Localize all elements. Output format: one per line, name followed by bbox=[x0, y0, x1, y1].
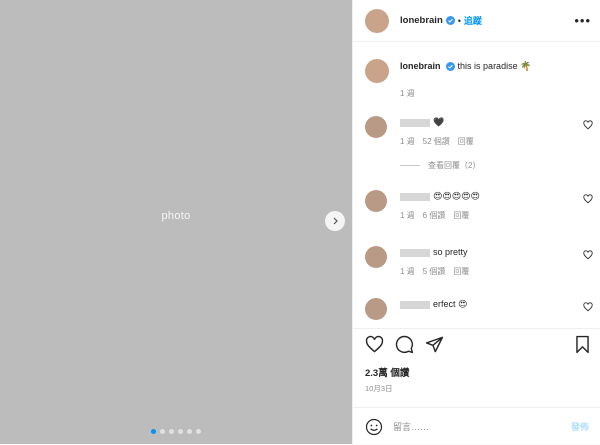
comment-username-redacted[interactable] bbox=[400, 118, 430, 127]
reply-button[interactable]: 回覆 bbox=[458, 137, 474, 146]
caption: lonebrain this is paradise 🌴 bbox=[365, 59, 531, 83]
comment-time: 1 週 bbox=[400, 267, 415, 276]
share-send-icon[interactable] bbox=[425, 335, 444, 354]
caption-username[interactable]: lonebrain bbox=[400, 61, 441, 71]
like-count[interactable]: 2.3萬 個讚 bbox=[365, 365, 409, 379]
avatar[interactable] bbox=[365, 116, 387, 138]
comment-text: 😍😍😍😍😍 bbox=[433, 191, 480, 201]
comment-likes[interactable]: 5 個讚 bbox=[423, 267, 446, 276]
more-options-button[interactable]: ••• bbox=[574, 13, 591, 28]
heart-icon[interactable] bbox=[583, 250, 593, 260]
header-username[interactable]: lonebrain bbox=[400, 15, 443, 26]
reply-button[interactable]: 回覆 bbox=[453, 211, 469, 220]
carousel-dot bbox=[151, 429, 156, 434]
heart-icon[interactable] bbox=[583, 302, 593, 312]
view-replies-button[interactable]: 查看回覆（2） bbox=[400, 160, 480, 171]
comment-time: 1 週 bbox=[400, 137, 415, 146]
view-replies-label: 查看回覆（2） bbox=[428, 161, 481, 170]
carousel-dot bbox=[178, 429, 183, 434]
carousel-indicator bbox=[0, 429, 352, 434]
follow-button[interactable]: 追蹤 bbox=[464, 14, 482, 27]
like-heart-icon[interactable] bbox=[365, 335, 384, 354]
divider bbox=[400, 165, 420, 167]
comments-list[interactable]: lonebrain this is paradise 🌴 1 週 🖤 1 週 52… bbox=[353, 42, 600, 328]
comment-likes[interactable]: 6 個讚 bbox=[423, 211, 446, 220]
carousel-dot bbox=[160, 429, 165, 434]
instagram-post: photo lonebrain • 追蹤 ••• lonebrain this … bbox=[0, 0, 600, 444]
avatar[interactable] bbox=[365, 298, 387, 320]
comment-likes[interactable]: 52 個讚 bbox=[423, 137, 450, 146]
verified-badge-icon bbox=[446, 62, 456, 72]
post-media: photo bbox=[0, 0, 352, 444]
post-sidebar: lonebrain • 追蹤 ••• lonebrain this is par… bbox=[352, 0, 600, 444]
chevron-right-icon bbox=[333, 217, 338, 225]
heart-icon[interactable] bbox=[583, 194, 593, 204]
reply-button[interactable]: 回覆 bbox=[453, 267, 469, 276]
comment-username-redacted[interactable] bbox=[400, 248, 430, 257]
comment-input[interactable]: 留言…… bbox=[393, 420, 571, 433]
comment-text: 🖤 bbox=[433, 117, 445, 127]
comment-text: so pretty bbox=[433, 247, 468, 257]
comment-username-redacted[interactable] bbox=[400, 192, 430, 201]
comment-bubble-icon[interactable] bbox=[395, 335, 414, 354]
avatar[interactable] bbox=[365, 246, 387, 268]
post-comment-button[interactable]: 發佈 bbox=[571, 420, 589, 433]
post-photo-placeholder: photo bbox=[161, 210, 191, 222]
heart-icon[interactable] bbox=[583, 120, 593, 130]
comment-time: 1 週 bbox=[400, 211, 415, 220]
post-actions: 2.3萬 個讚 10月3日 留言…… 發佈 bbox=[353, 328, 600, 444]
caption-text: this is paradise 🌴 bbox=[457, 61, 532, 71]
post-header: lonebrain • 追蹤 ••• bbox=[353, 0, 600, 42]
comment-username-redacted[interactable] bbox=[400, 300, 430, 309]
post-date: 10月3日 bbox=[365, 384, 393, 393]
avatar[interactable] bbox=[365, 190, 387, 212]
carousel-dot bbox=[169, 429, 174, 434]
next-slide-button[interactable] bbox=[325, 211, 345, 231]
header-separator: • bbox=[457, 15, 461, 26]
verified-badge-icon bbox=[445, 16, 455, 25]
avatar[interactable] bbox=[365, 8, 389, 33]
avatar[interactable] bbox=[365, 59, 389, 83]
caption-time: 1 週 bbox=[400, 89, 415, 98]
add-comment-bar: 留言…… 發佈 bbox=[353, 407, 600, 445]
emoji-icon[interactable] bbox=[365, 418, 383, 436]
carousel-dot bbox=[187, 429, 192, 434]
carousel-dot bbox=[196, 429, 201, 434]
save-bookmark-icon[interactable] bbox=[574, 335, 591, 354]
comment-text: erfect 😍 bbox=[433, 299, 468, 309]
